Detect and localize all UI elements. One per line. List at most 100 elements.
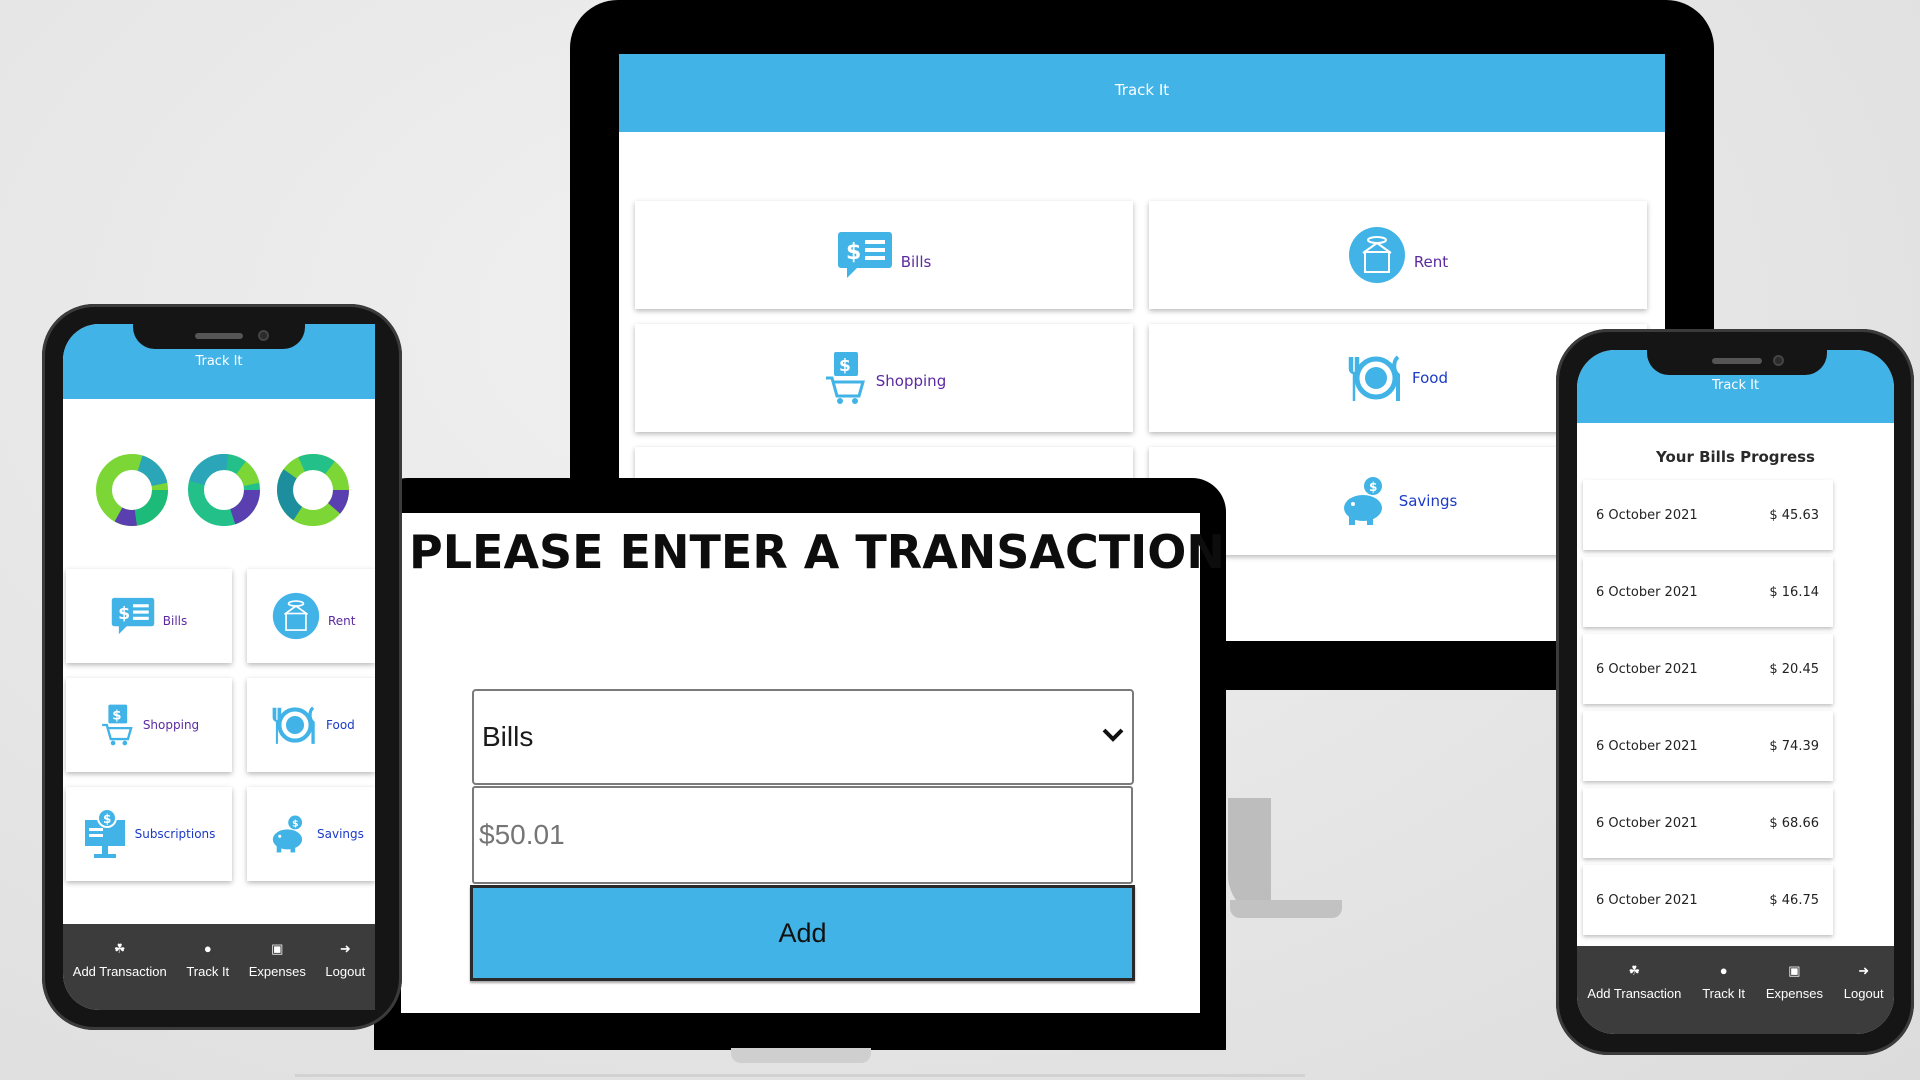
category-label: Bills (162, 614, 188, 628)
bill-row[interactable]: 6 October 2021 $ 74.39 (1583, 711, 1833, 781)
category-label: Savings (1398, 492, 1458, 510)
category-card-subscriptions[interactable]: $ Subscriptions (66, 787, 232, 881)
phone-camera (258, 330, 269, 341)
svg-text:$: $ (292, 818, 298, 829)
bill-date: 6 October 2021 (1596, 738, 1698, 754)
donut-charts (96, 454, 349, 526)
floor-shadow (295, 1074, 1305, 1077)
bill-amount: $ 46.75 (1769, 892, 1819, 908)
bill-amount: $ 68.66 (1769, 815, 1819, 831)
tab-label: Expenses (248, 963, 306, 979)
category-select-value: Bills (482, 721, 534, 752)
bill-date: 6 October 2021 (1596, 892, 1698, 908)
donut-chart (277, 454, 349, 526)
category-label: Savings (317, 827, 364, 841)
chevron-down-icon (1102, 728, 1124, 747)
savings-icon: $ (1339, 476, 1391, 526)
bill-date: 6 October 2021 (1596, 661, 1698, 677)
category-label: Food (1412, 369, 1448, 387)
monitor-stand-base (1230, 900, 1342, 918)
rent-icon (272, 592, 320, 640)
money-icon: ▣ (1788, 962, 1801, 978)
svg-text:$: $ (103, 812, 111, 826)
transaction-heading: PLEASE ENTER A TRANSACTION (409, 525, 1225, 579)
tab-expenses[interactable]: ▣ Expenses (249, 942, 306, 979)
amount-input[interactable] (472, 786, 1133, 884)
bill-date: 6 October 2021 (1596, 584, 1698, 600)
svg-text:$: $ (118, 604, 130, 624)
bill-row[interactable]: 6 October 2021 $ 68.66 (1583, 788, 1833, 858)
donut-chart (188, 454, 260, 526)
svg-text:$: $ (1369, 480, 1377, 494)
subscriptions-icon: $ (83, 808, 127, 860)
tab-label: Track It (1702, 985, 1746, 1001)
add-button-label: Add (778, 917, 827, 948)
category-card-bills[interactable]: $ Bills (66, 569, 232, 663)
bill-row[interactable]: 6 October 2021 $ 16.14 (1583, 557, 1833, 627)
app-title: Track It (1114, 81, 1170, 99)
category-label: Bills (900, 253, 932, 271)
donut-chart (96, 454, 168, 526)
tab-expenses[interactable]: ▣ Expenses (1766, 964, 1823, 1001)
tab-label: Logout (1843, 985, 1884, 1001)
bottom-tab-bar: ☘ Add Transaction ● Track It ▣ Expenses … (63, 924, 375, 1010)
shopping-icon: $ (99, 702, 135, 748)
svg-text:$: $ (846, 240, 861, 265)
bill-date: 6 October 2021 (1596, 507, 1698, 523)
category-card-shopping[interactable]: $ Shopping (66, 678, 232, 772)
bill-amount: $ 20.45 (1769, 661, 1819, 677)
tab-add-transaction[interactable]: ☘ Add Transaction (73, 942, 167, 979)
bill-row[interactable]: 6 October 2021 $ 20.45 (1583, 634, 1833, 704)
rent-icon (1348, 226, 1406, 284)
category-label: Subscriptions (134, 827, 216, 841)
tab-label: Logout (325, 963, 366, 979)
category-label: Shopping (142, 718, 200, 732)
category-card-bills[interactable]: $ Bills (635, 201, 1133, 309)
tab-track-it[interactable]: ● Track It (186, 942, 229, 979)
tab-logout[interactable]: ➜ Logout (325, 942, 365, 979)
tab-track-it[interactable]: ● Track It (1702, 964, 1745, 1001)
tab-label: Add Transaction (1587, 985, 1682, 1001)
category-select[interactable]: Bills (472, 689, 1134, 785)
bill-amount: $ 45.63 (1769, 507, 1819, 523)
category-label: Rent (1413, 253, 1449, 271)
logout-icon: ➜ (1858, 962, 1870, 978)
app-header: Track It (619, 54, 1665, 132)
tab-label: Track It (186, 963, 230, 979)
bill-row[interactable]: 6 October 2021 $ 46.75 (1583, 865, 1833, 935)
tablet-screen: PLEASE ENTER A TRANSACTION Bills Add (401, 513, 1225, 1013)
svg-text:$: $ (112, 709, 121, 724)
shopping-icon: $ (822, 350, 868, 406)
food-icon (272, 704, 318, 746)
left-phone-screen: Track It $ Bills Rent $ Shopping Food $ … (63, 324, 375, 1010)
category-label: Shopping (875, 372, 947, 390)
hand-coin-icon: ☘ (113, 940, 126, 956)
bills-list: 6 October 2021 $ 45.63 6 October 2021 $ 16.… (1577, 350, 1894, 1034)
savings-icon: $ (269, 814, 309, 854)
bills-icon: $ (111, 596, 155, 636)
app-title: Track It (195, 354, 243, 369)
category-card-food[interactable]: Food (247, 678, 375, 772)
tab-label: Add Transaction (72, 963, 167, 979)
right-phone-screen: Track It Your Bills Progress 6 October 2… (1577, 350, 1894, 1034)
hand-coin-icon: ☘ (1628, 962, 1641, 978)
category-card-shopping[interactable]: $ Shopping (635, 324, 1133, 432)
phone-speaker (195, 333, 243, 339)
food-icon (1348, 353, 1404, 403)
bills-icon: $ (837, 230, 893, 280)
category-card-savings[interactable]: $ Savings (247, 787, 375, 881)
tab-logout[interactable]: ➜ Logout (1844, 964, 1884, 1001)
svg-text:$: $ (839, 356, 851, 376)
bill-amount: $ 74.39 (1769, 738, 1819, 754)
money-icon: ▣ (271, 940, 284, 956)
add-button[interactable]: Add (470, 885, 1135, 981)
bill-row[interactable]: 6 October 2021 $ 45.63 (1583, 480, 1833, 550)
category-label: Rent (328, 614, 356, 628)
piggy-icon: ● (1719, 962, 1728, 978)
tab-label: Expenses (1765, 985, 1823, 1001)
category-card-rent[interactable]: Rent (1149, 201, 1647, 309)
category-card-rent[interactable]: Rent (247, 569, 375, 663)
bottom-tab-bar: ☘ Add Transaction ● Track It ▣ Expenses … (1577, 946, 1894, 1034)
tab-add-transaction[interactable]: ☘ Add Transaction (1587, 964, 1681, 1001)
category-label: Food (326, 718, 355, 732)
